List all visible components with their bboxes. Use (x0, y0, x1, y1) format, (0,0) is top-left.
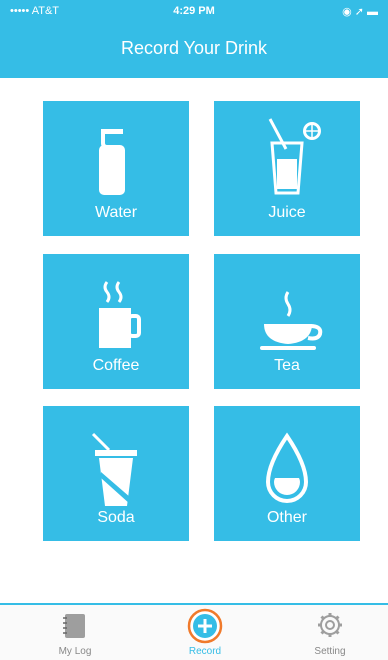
tab-my-log[interactable]: My Log (25, 605, 125, 660)
tab-label-my-log: My Log (58, 646, 92, 657)
drink-label-juice: Juice (268, 204, 306, 221)
drink-tile-coffee[interactable]: Coffee (43, 254, 189, 389)
tab-bar: My Log Record Setting (0, 603, 388, 660)
drink-label-tea: Tea (274, 357, 300, 374)
tab-label-record: Record (188, 646, 222, 657)
tab-label-setting: Setting (314, 646, 346, 657)
drink-tile-other[interactable]: Other (214, 406, 360, 541)
drink-tile-soda[interactable]: Soda (43, 406, 189, 541)
drink-label-soda: Soda (97, 509, 135, 526)
drink-tile-tea[interactable]: Tea (214, 254, 360, 389)
drink-tile-water[interactable]: Water (43, 101, 189, 236)
tab-record[interactable]: Record (155, 605, 255, 660)
drink-label-coffee: Coffee (92, 357, 140, 374)
status-indicators: ◉ ➚ ▬ (342, 6, 378, 18)
drink-label-water: Water (94, 204, 138, 221)
drink-tile-juice[interactable]: Juice (214, 101, 360, 236)
status-time: 4:29 PM (173, 5, 215, 17)
status-bar: ••••• AT&T 4:29 PM ◉ ➚ ▬ (10, 5, 378, 21)
page-title: Record Your Drink (120, 38, 268, 58)
drink-label-other: Other (266, 509, 307, 526)
app-header: ••••• AT&T 4:29 PM ◉ ➚ ▬ Record Your Dri… (0, 0, 388, 78)
tab-setting[interactable]: Setting (280, 605, 380, 660)
